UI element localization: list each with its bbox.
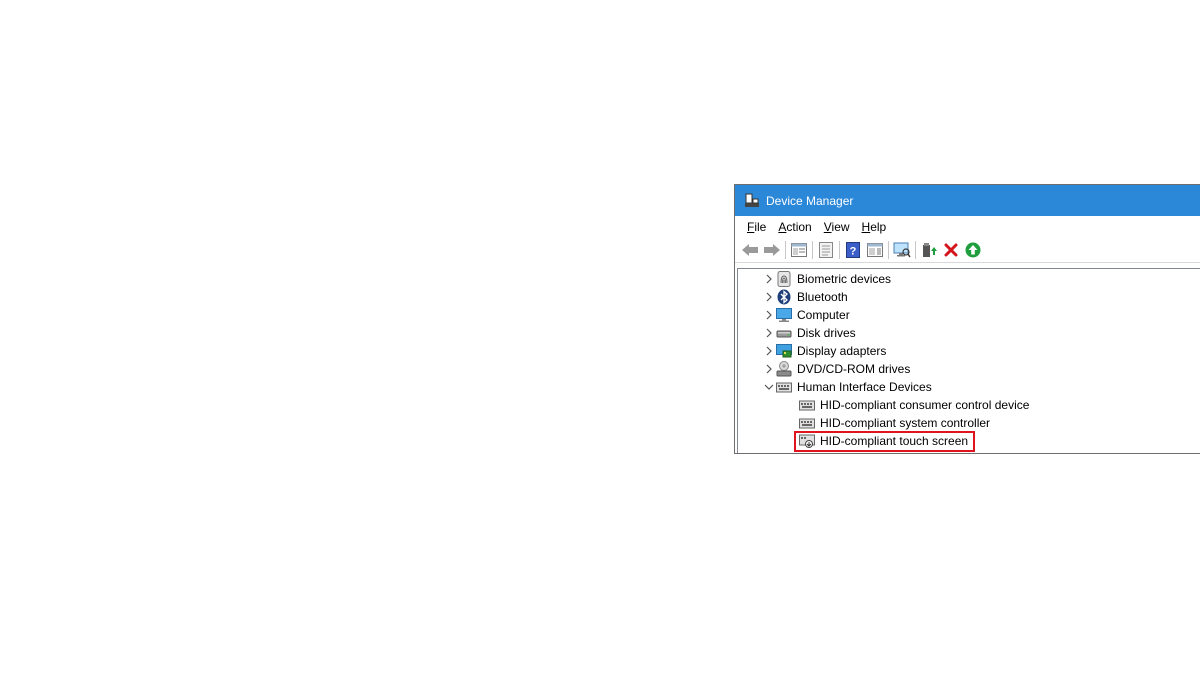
tree-item-label: HID-compliant system controller xyxy=(820,416,991,430)
show-hide-console-tree-button[interactable] xyxy=(788,240,810,260)
menu-action[interactable]: Action xyxy=(772,217,817,237)
device-manager-app-icon xyxy=(745,193,759,207)
update-driver-icon xyxy=(923,243,937,257)
chevron-right-icon[interactable] xyxy=(762,270,776,288)
chevron-down-icon[interactable] xyxy=(762,378,776,396)
menu-action-label: ction xyxy=(786,220,812,234)
svg-text:?: ? xyxy=(850,246,857,258)
hid-device-icon xyxy=(799,397,815,413)
window-title: Device Manager xyxy=(766,193,854,208)
toolbar-separator xyxy=(915,241,916,259)
menu-file-label: ile xyxy=(754,220,767,234)
tree-item-label: Disk drives xyxy=(797,326,856,340)
back-arrow-icon xyxy=(742,244,758,256)
chevron-right-icon[interactable] xyxy=(762,360,776,378)
tree-item-hid-touch-screen[interactable]: HID-compliant touch screen xyxy=(738,432,1200,450)
tree-item-label: Computer xyxy=(797,308,850,322)
menu-file[interactable]: File xyxy=(741,217,772,237)
toolbar-separator xyxy=(812,241,813,259)
enable-device-button[interactable] xyxy=(962,240,984,260)
chevron-right-icon[interactable] xyxy=(762,324,776,342)
menu-help-key: H xyxy=(861,220,871,234)
tree-item-label: DVD/CD-ROM drives xyxy=(797,362,911,376)
toolbar-separator xyxy=(888,241,889,259)
menu-view-key: V xyxy=(823,220,832,234)
tree-item-label: Bluetooth xyxy=(797,290,848,304)
chevron-right-icon[interactable] xyxy=(762,288,776,306)
title-bar[interactable]: Device Manager xyxy=(735,185,1200,216)
menu-bar: File Action View Help xyxy=(735,216,1200,238)
display-adapter-icon xyxy=(776,343,792,359)
tree-item-display-adapters[interactable]: Display adapters xyxy=(738,342,1200,360)
action-pane-button[interactable] xyxy=(864,240,886,260)
properties-button[interactable] xyxy=(815,240,837,260)
tree-item-label: Display adapters xyxy=(797,344,887,358)
forward-button[interactable] xyxy=(761,240,783,260)
device-manager-window: Device Manager File Action View Help ? B… xyxy=(734,184,1200,454)
toolbar-separator xyxy=(785,241,786,259)
fingerprint-icon xyxy=(776,271,792,287)
menu-help[interactable]: Help xyxy=(856,217,893,237)
touch-screen-icon xyxy=(799,433,815,449)
help-button[interactable]: ? xyxy=(842,240,864,260)
uninstall-icon xyxy=(944,243,958,257)
properties-icon xyxy=(819,242,833,258)
bluetooth-icon xyxy=(776,289,792,305)
tree-item-label: HID-compliant touch screen xyxy=(820,434,969,448)
tree-item-bluetooth[interactable]: Bluetooth xyxy=(738,288,1200,306)
tree-item-computer[interactable]: Computer xyxy=(738,306,1200,324)
forward-arrow-icon xyxy=(764,244,780,256)
tree-item-label: Human Interface Devices xyxy=(797,380,932,394)
tree-item-disk-drives[interactable]: Disk drives xyxy=(738,324,1200,342)
uninstall-device-button[interactable] xyxy=(940,240,962,260)
scan-hardware-icon xyxy=(893,242,911,258)
show-hide-console-tree-icon xyxy=(791,243,807,257)
back-button[interactable] xyxy=(739,240,761,260)
tree-item-label: HID-compliant consumer control device xyxy=(820,398,1030,412)
enable-device-icon xyxy=(965,242,981,258)
computer-icon xyxy=(776,307,792,323)
action-pane-icon xyxy=(867,243,883,257)
tree-item-biometric-devices[interactable]: Biometric devices xyxy=(738,270,1200,288)
tree-item-label: Biometric devices xyxy=(797,272,892,286)
tree-item-hid-consumer-control-device[interactable]: HID-compliant consumer control device xyxy=(738,396,1200,414)
disk-drive-icon xyxy=(776,325,792,341)
device-tree: Biometric devices Bluetooth Computer Dis… xyxy=(737,268,1200,453)
chevron-right-icon[interactable] xyxy=(762,306,776,324)
toolbar-separator xyxy=(839,241,840,259)
scan-hardware-button[interactable] xyxy=(891,240,913,260)
menu-help-label: elp xyxy=(870,220,887,234)
hid-device-icon xyxy=(799,415,815,431)
tree-item-dvd-cd-rom-drives[interactable]: DVD/CD-ROM drives xyxy=(738,360,1200,378)
menu-view[interactable]: View xyxy=(818,217,856,237)
help-icon: ? xyxy=(846,242,860,258)
tree-item-hid-system-controller[interactable]: HID-compliant system controller xyxy=(738,414,1200,432)
hid-icon xyxy=(776,379,792,395)
menu-view-label: iew xyxy=(831,220,850,234)
tree-item-human-interface-devices[interactable]: Human Interface Devices xyxy=(738,378,1200,396)
toolbar: ? xyxy=(735,238,1200,263)
dvd-drive-icon xyxy=(776,361,792,377)
update-driver-button[interactable] xyxy=(918,240,940,260)
chevron-right-icon[interactable] xyxy=(762,342,776,360)
